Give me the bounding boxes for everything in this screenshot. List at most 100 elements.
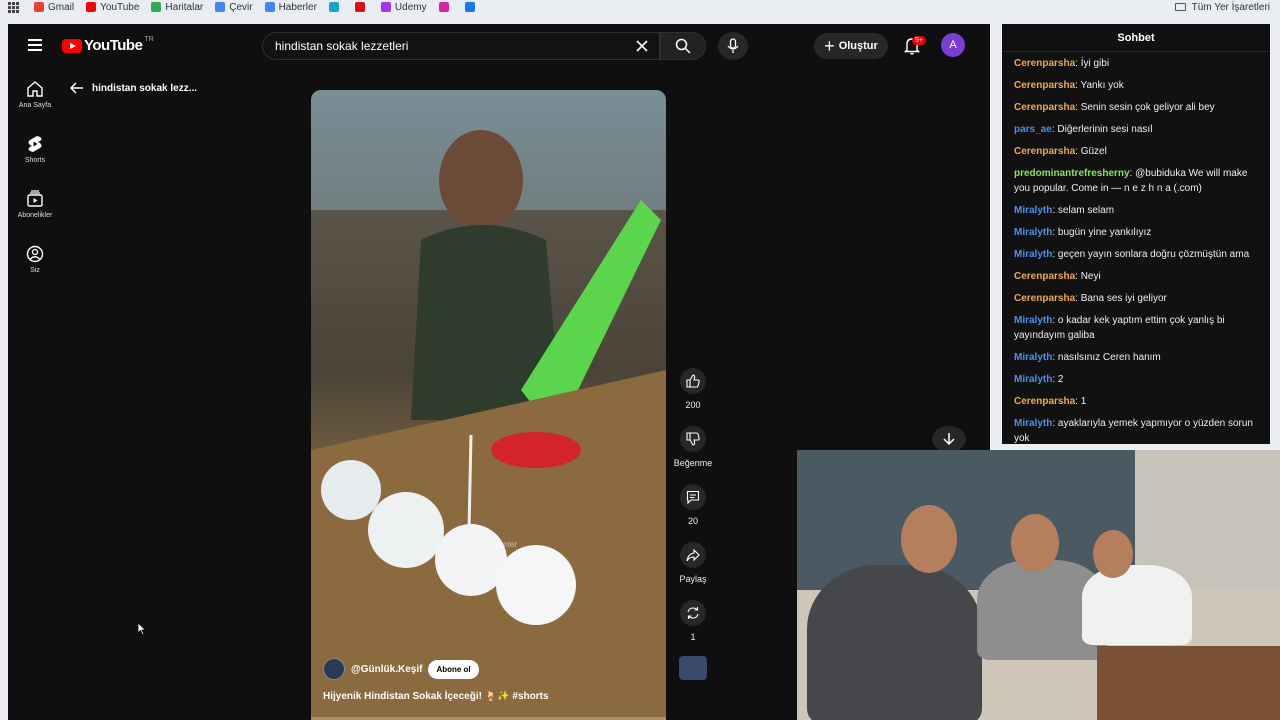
- shorts-icon: [28, 136, 42, 152]
- chat-username[interactable]: Cerenparsha: [1014, 102, 1075, 113]
- remix-button[interactable]: [680, 600, 706, 626]
- sound-thumbnail[interactable]: [679, 656, 707, 680]
- search-icon: [675, 38, 691, 54]
- chat-username[interactable]: Miralyth: [1014, 249, 1052, 260]
- bookmark-item[interactable]: Haberler: [264, 1, 317, 13]
- chat-message: Miralyth: selam selam: [1014, 203, 1258, 218]
- chat-text: selam selam: [1057, 205, 1115, 216]
- chat-username[interactable]: Cerenparsha: [1014, 293, 1075, 304]
- bookmarks-bar: Gmail YouTube Haritalar Çevir Haberler Udemy …: [0, 0, 1280, 14]
- bookmark-item[interactable]: Udemy: [380, 2, 427, 13]
- bookmark-icon: [151, 2, 162, 12]
- youtube-play-icon: [62, 38, 82, 53]
- shorts-video-player[interactable]: Street Food Hunter @Günlük.Keşif Abone o…: [311, 90, 666, 720]
- like-button[interactable]: [680, 368, 706, 394]
- webcam-person-right: [1082, 565, 1192, 645]
- channel-name[interactable]: @Günlük.Keşif: [351, 664, 422, 675]
- chat-username[interactable]: Miralyth: [1014, 227, 1052, 238]
- chat-panel: Sohbet Cerenparsha: İyi gibi Cerenparsha:…: [1002, 24, 1270, 444]
- account-avatar[interactable]: A: [941, 33, 965, 57]
- sidebar-item-label: Abonelikler: [17, 212, 53, 219]
- channel-avatar[interactable]: [323, 658, 345, 680]
- shorts-actions: 200 Beğenme 20 Paylaş 1: [672, 368, 714, 680]
- chat-text: İyi gibi: [1080, 58, 1110, 69]
- bookmark-item[interactable]: [354, 2, 369, 12]
- sidebar: Ana Sayfa Shorts Abonelikler Siz: [8, 80, 62, 300]
- sidebar-item-shorts[interactable]: Shorts: [8, 135, 62, 190]
- bookmark-item[interactable]: YouTube: [86, 2, 139, 13]
- chat-message: Cerenparsha: 1: [1014, 394, 1258, 409]
- sidebar-item-you[interactable]: Siz: [8, 245, 62, 300]
- chat-username[interactable]: Miralyth: [1014, 315, 1052, 326]
- chat-text: Güzel: [1080, 146, 1107, 157]
- chat-text: Bana ses iyi geliyor: [1080, 293, 1167, 304]
- chat-username[interactable]: Cerenparsha: [1014, 271, 1075, 282]
- chat-username[interactable]: predominantrefresherny: [1014, 168, 1130, 179]
- bookmark-icon: [438, 2, 449, 12]
- dislike-button[interactable]: [680, 426, 706, 452]
- chat-username[interactable]: Cerenparsha: [1014, 80, 1075, 91]
- chat-message: Cerenparsha: Senin sesin çok geliyor ali…: [1014, 100, 1258, 115]
- bookmark-item[interactable]: Gmail: [34, 2, 74, 13]
- logo-region: TR: [144, 36, 154, 43]
- next-video-button[interactable]: [932, 426, 966, 452]
- comments-button[interactable]: [680, 484, 706, 510]
- share-button[interactable]: [680, 542, 706, 568]
- bookmark-label: Gmail: [48, 1, 75, 13]
- bookmark-item[interactable]: Çevir: [215, 1, 253, 13]
- bookmark-label: Haritalar: [165, 1, 204, 13]
- bookmark-icon: [34, 2, 44, 12]
- search-button[interactable]: [660, 32, 706, 60]
- video-scene: [311, 90, 666, 720]
- voice-search-button[interactable]: [718, 32, 748, 60]
- microphone-icon: [727, 38, 739, 53]
- share-label: Paylaş: [679, 574, 707, 584]
- chat-message: Cerenparsha: Bana ses iyi geliyor: [1014, 291, 1258, 306]
- sidebar-item-home[interactable]: Ana Sayfa: [8, 80, 62, 135]
- sidebar-item-label: Ana Sayfa: [18, 102, 52, 109]
- chat-username[interactable]: Cerenparsha: [1014, 146, 1075, 157]
- all-bookmarks-link[interactable]: Tüm Yer İşaretleri: [1174, 0, 1270, 14]
- bookmark-label: Çevir: [229, 1, 253, 13]
- chat-message: Miralyth: o kadar kek yaptım ettim çok y…: [1014, 313, 1258, 343]
- youtube-logo[interactable]: YouTube TR: [62, 36, 154, 54]
- bookmark-icon: [215, 2, 226, 12]
- bookmark-icon: [86, 2, 97, 12]
- chat-text: Diğerlerinin sesi nasıl: [1057, 124, 1153, 135]
- sidebar-item-subscriptions[interactable]: Abonelikler: [8, 190, 62, 245]
- bookmark-item[interactable]: Haritalar: [151, 2, 203, 13]
- sidebar-item-label: Siz: [30, 267, 40, 274]
- subscribe-button[interactable]: Abone ol: [428, 659, 479, 679]
- bookmark-label: YouTube: [100, 1, 140, 13]
- chat-username[interactable]: Miralyth: [1014, 374, 1052, 385]
- chat-username[interactable]: Cerenparsha: [1014, 58, 1075, 69]
- back-to-search[interactable]: hindistan sokak lezz...: [70, 82, 197, 94]
- video-caption[interactable]: Hijyenik Hindistan Sokak İçeceği! 🍹✨ #sh…: [323, 691, 549, 702]
- bookmark-item[interactable]: [464, 2, 479, 12]
- create-button[interactable]: + Oluştur: [814, 33, 888, 59]
- apps-grid-icon[interactable]: [8, 2, 20, 13]
- chat-message: Miralyth: ayaklarıyla yemek yapmıyor o y…: [1014, 416, 1258, 444]
- chat-message: Miralyth: nasılsınız Ceren hanım: [1014, 350, 1258, 365]
- chat-message: predominantrefresherny: @bubiduka We wil…: [1014, 166, 1258, 196]
- chat-message: pars_ae: Diğerlerinin sesi nasıl: [1014, 122, 1258, 137]
- logo-text: YouTube: [84, 37, 143, 54]
- chat-message: Miralyth: bugün yine yankılıyız: [1014, 225, 1258, 240]
- chat-username[interactable]: Miralyth: [1014, 352, 1052, 363]
- chat-message: Cerenparsha: Yankı yok: [1014, 78, 1258, 93]
- chat-username[interactable]: Miralyth: [1014, 205, 1052, 216]
- chat-text: geçen yayın sonlara doğru çözmüştün ama: [1057, 249, 1250, 260]
- chat-username[interactable]: Miralyth: [1014, 418, 1052, 429]
- chat-username[interactable]: pars_ae: [1014, 124, 1052, 135]
- bookmark-icon: [328, 2, 339, 12]
- menu-icon[interactable]: [28, 39, 42, 51]
- bookmark-item[interactable]: [328, 2, 343, 12]
- chat-message-list[interactable]: Cerenparsha: İyi gibi Cerenparsha: Yankı …: [1002, 52, 1270, 444]
- chat-text: nasılsınız Ceren hanım: [1057, 352, 1161, 363]
- you-icon: [26, 245, 44, 263]
- clear-icon[interactable]: [635, 39, 649, 53]
- bookmark-item[interactable]: [438, 2, 453, 12]
- search-input[interactable]: [275, 39, 615, 53]
- bookmark-label: Haberler: [278, 1, 317, 13]
- chat-username[interactable]: Cerenparsha: [1014, 396, 1075, 407]
